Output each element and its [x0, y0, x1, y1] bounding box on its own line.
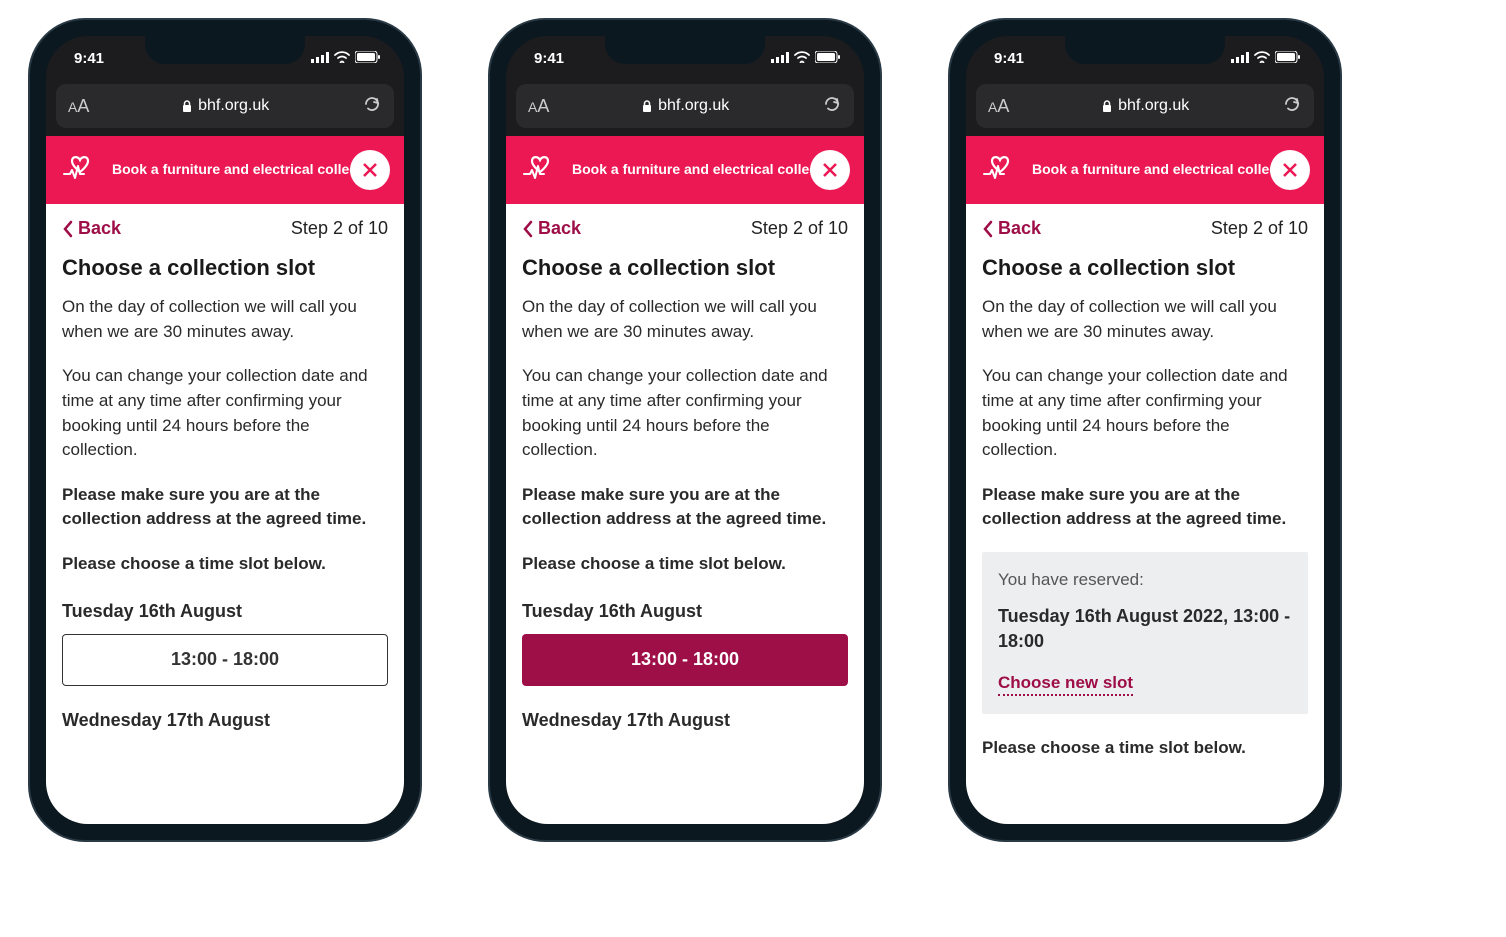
status-time: 9:41: [534, 50, 564, 67]
back-button[interactable]: Back: [522, 218, 581, 239]
app-header: Book a furniture and electrical collecti…: [506, 136, 864, 204]
text-size-icon[interactable]: AA: [528, 96, 549, 117]
phone-screen: 9:41 AA bhf.org.uk Book a furniture and …: [506, 36, 864, 824]
lock-icon: [182, 100, 192, 113]
page-title: Choose a collection slot: [982, 255, 1308, 281]
intro-para-3: Please make sure you are at the collecti…: [982, 483, 1308, 532]
step-indicator: Step 2 of 10: [751, 218, 848, 239]
browser-url[interactable]: bhf.org.uk: [642, 97, 729, 115]
nav-row: Back Step 2 of 10: [966, 204, 1324, 245]
battery-icon: [355, 50, 380, 67]
chevron-left-icon: [62, 220, 74, 238]
page-content: Book a furniture and electrical collecti…: [46, 136, 404, 824]
phone-frame-2: 9:41 AA bhf.org.uk Book a furniture and …: [490, 20, 880, 840]
page-body: Choose a collection slot On the day of c…: [966, 245, 1324, 790]
chevron-left-icon: [982, 220, 994, 238]
intro-para-3: Please make sure you are at the collecti…: [62, 483, 388, 532]
reserved-value: Tuesday 16th August 2022, 13:00 - 18:00: [998, 604, 1292, 654]
status-indicators: [311, 50, 380, 67]
wifi-icon: [1254, 50, 1270, 67]
browser-bar: AA bhf.org.uk: [976, 84, 1314, 128]
close-icon: [361, 161, 379, 179]
page-title: Choose a collection slot: [522, 255, 848, 281]
reserved-label: You have reserved:: [998, 570, 1292, 590]
status-time: 9:41: [74, 50, 104, 67]
slot-button-1[interactable]: 13:00 - 18:00: [62, 634, 388, 686]
signal-icon: [311, 50, 329, 67]
page-content: Book a furniture and electrical collecti…: [506, 136, 864, 824]
intro-para-4: Please choose a time slot below.: [982, 736, 1308, 761]
intro-para-2: You can change your collection date and …: [62, 364, 388, 463]
header-title: Book a furniture and electrical collecti…: [1032, 161, 1303, 179]
notch: [1065, 36, 1225, 64]
close-button[interactable]: [810, 150, 850, 190]
intro-para-3: Please make sure you are at the collecti…: [522, 483, 848, 532]
intro-para-1: On the day of collection we will call yo…: [982, 295, 1308, 344]
bhf-logo-icon: [980, 148, 1020, 193]
close-icon: [821, 161, 839, 179]
slot-date-1: Tuesday 16th August: [62, 601, 388, 622]
reserved-box: You have reserved: Tuesday 16th August 2…: [982, 552, 1308, 713]
intro-para-4: Please choose a time slot below.: [62, 552, 388, 577]
browser-bar: AA bhf.org.uk: [516, 84, 854, 128]
intro-para-2: You can change your collection date and …: [982, 364, 1308, 463]
browser-url[interactable]: bhf.org.uk: [1102, 97, 1189, 115]
status-indicators: [1231, 50, 1300, 67]
intro-para-1: On the day of collection we will call yo…: [522, 295, 848, 344]
intro-para-2: You can change your collection date and …: [522, 364, 848, 463]
battery-icon: [815, 50, 840, 67]
bhf-logo-icon: [60, 148, 100, 193]
lock-icon: [1102, 100, 1112, 113]
phone-screen: 9:41 AA bhf.org.uk Book a furniture and …: [966, 36, 1324, 824]
wifi-icon: [334, 50, 350, 67]
phone-screen: 9:41 AA bhf.org.uk Book a furniture and …: [46, 36, 404, 824]
status-indicators: [771, 50, 840, 67]
notch: [605, 36, 765, 64]
reload-icon[interactable]: [362, 94, 382, 118]
wifi-icon: [794, 50, 810, 67]
chevron-left-icon: [522, 220, 534, 238]
text-size-icon[interactable]: AA: [68, 96, 89, 117]
page-title: Choose a collection slot: [62, 255, 388, 281]
intro-para-1: On the day of collection we will call yo…: [62, 295, 388, 344]
intro-para-4: Please choose a time slot below.: [522, 552, 848, 577]
signal-icon: [771, 50, 789, 67]
app-header: Book a furniture and electrical collecti…: [966, 136, 1324, 204]
page-content: Book a furniture and electrical collecti…: [966, 136, 1324, 824]
close-button[interactable]: [1270, 150, 1310, 190]
bhf-logo-icon: [520, 148, 560, 193]
nav-row: Back Step 2 of 10: [46, 204, 404, 245]
back-button[interactable]: Back: [62, 218, 121, 239]
back-button[interactable]: Back: [982, 218, 1041, 239]
notch: [145, 36, 305, 64]
step-indicator: Step 2 of 10: [1211, 218, 1308, 239]
header-title: Book a furniture and electrical collecti…: [112, 161, 383, 179]
slot-date-2: Wednesday 17th August: [62, 710, 388, 731]
slot-button-1-selected[interactable]: 13:00 - 18:00: [522, 634, 848, 686]
choose-new-slot-link[interactable]: Choose new slot: [998, 673, 1133, 696]
phone-frame-1: 9:41 AA bhf.org.uk Book a furniture and …: [30, 20, 420, 840]
reload-icon[interactable]: [1282, 94, 1302, 118]
close-button[interactable]: [350, 150, 390, 190]
browser-bar: AA bhf.org.uk: [56, 84, 394, 128]
phone-frame-3: 9:41 AA bhf.org.uk Book a furniture and …: [950, 20, 1340, 840]
lock-icon: [642, 100, 652, 113]
close-icon: [1281, 161, 1299, 179]
status-time: 9:41: [994, 50, 1024, 67]
slot-date-2: Wednesday 17th August: [522, 710, 848, 731]
reload-icon[interactable]: [822, 94, 842, 118]
app-header: Book a furniture and electrical collecti…: [46, 136, 404, 204]
battery-icon: [1275, 50, 1300, 67]
page-body: Choose a collection slot On the day of c…: [46, 245, 404, 753]
page-body: Choose a collection slot On the day of c…: [506, 245, 864, 753]
slot-date-1: Tuesday 16th August: [522, 601, 848, 622]
nav-row: Back Step 2 of 10: [506, 204, 864, 245]
browser-url[interactable]: bhf.org.uk: [182, 97, 269, 115]
step-indicator: Step 2 of 10: [291, 218, 388, 239]
header-title: Book a furniture and electrical collecti…: [572, 161, 843, 179]
text-size-icon[interactable]: AA: [988, 96, 1009, 117]
signal-icon: [1231, 50, 1249, 67]
